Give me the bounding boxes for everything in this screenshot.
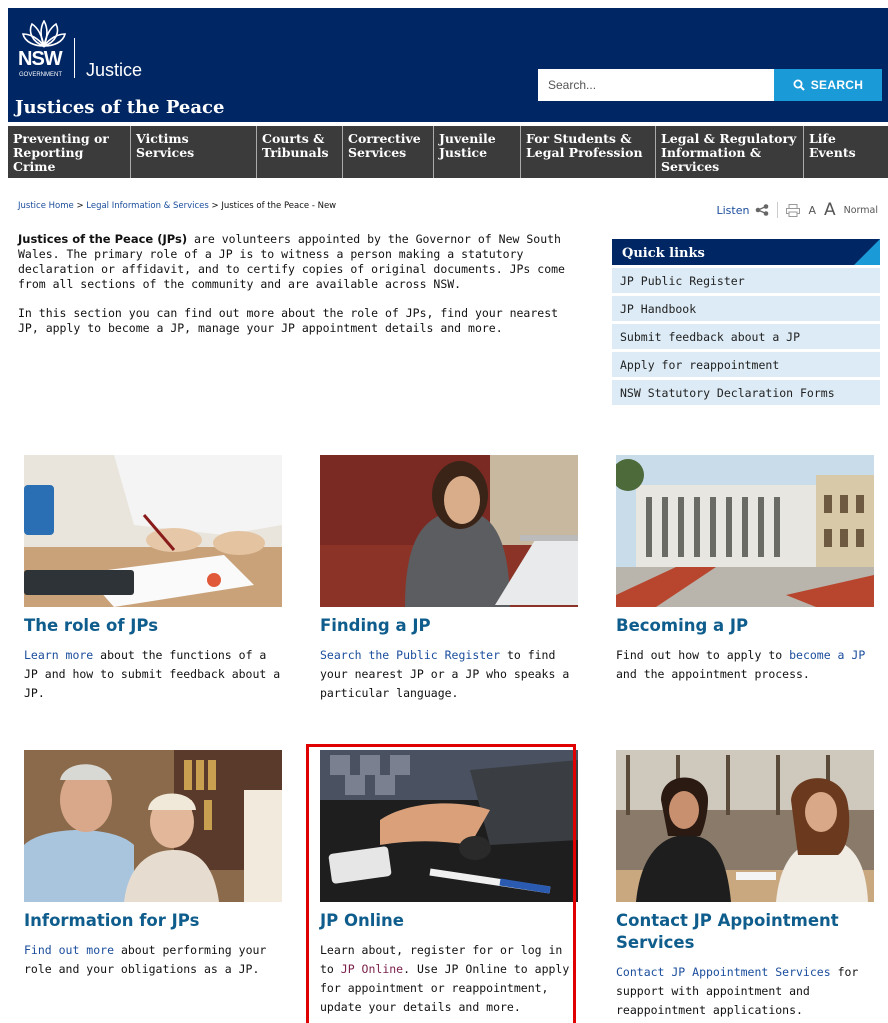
card-image-seniors[interactable] <box>24 750 282 902</box>
nav-label-line: Information & <box>661 145 762 160</box>
tools-divider <box>777 202 779 218</box>
card-link-contact-services[interactable]: Contact JP Appointment Services <box>616 965 831 979</box>
site-title[interactable]: Justices of the Peace <box>15 97 224 118</box>
main-nav: Preventing or Reporting Crime Victims Se… <box>8 126 888 178</box>
nav-label-line: Juvenile <box>439 131 496 146</box>
card-text: and the appointment process. <box>616 667 810 681</box>
page-tools: Listen A A Normal <box>716 200 878 220</box>
card-role-of-jps: The role of JPs Learn more about the fun… <box>24 455 282 703</box>
justice-brand[interactable]: Justice <box>86 60 142 81</box>
nav-label-line: Life Events <box>809 131 856 160</box>
breadcrumb-sep: > <box>211 201 219 211</box>
nav-label-line: Reporting Crime <box>13 145 84 174</box>
quick-links-title: Quick links <box>612 239 880 265</box>
quick-link-feedback[interactable]: Submit feedback about a JP <box>612 324 880 349</box>
waratah-icon <box>22 20 66 48</box>
search-input[interactable] <box>538 69 776 101</box>
breadcrumb-sep: > <box>76 201 84 211</box>
card-title[interactable]: Information for JPs <box>24 910 282 932</box>
search-button[interactable]: SEARCH <box>774 69 882 101</box>
nav-item-legal-regulatory[interactable]: Legal & Regulatory Information & Service… <box>656 126 804 178</box>
nav-label-line: Preventing or <box>13 131 109 146</box>
quick-link-reappointment[interactable]: Apply for reappointment <box>612 352 880 377</box>
card-information-for-jps: Information for JPs Find out more about … <box>24 750 282 979</box>
nav-item-students-legal[interactable]: For Students & Legal Profession <box>521 126 656 178</box>
nav-item-courts-tribunals[interactable]: Courts & Tribunals <box>257 126 343 178</box>
share-icon <box>756 204 769 216</box>
card-image-building[interactable] <box>616 455 874 607</box>
government-text: GOVERNMENT <box>19 72 63 78</box>
breadcrumb-section[interactable]: Legal Information & Services <box>86 201 209 211</box>
search-button-label: SEARCH <box>810 78 864 92</box>
card-description: Find out more about performing your role… <box>24 941 282 979</box>
card-description: Learn more about the functions of a JP a… <box>24 646 282 703</box>
card-title[interactable]: The role of JPs <box>24 615 282 637</box>
card-title[interactable]: Becoming a JP <box>616 615 874 637</box>
card-description: Contact JP Appointment Services for supp… <box>616 963 874 1020</box>
highlight-box <box>306 744 576 1023</box>
nav-label-line: Legal & Regulatory <box>661 131 797 146</box>
card-description: Find out how to apply to become a JP and… <box>616 646 874 684</box>
card-link-learn-more[interactable]: Learn more <box>24 648 93 662</box>
nav-label-line: Legal Profession <box>526 145 643 160</box>
search-icon <box>793 79 805 91</box>
nav-item-preventing-crime[interactable]: Preventing or Reporting Crime <box>8 126 131 178</box>
quick-link-public-register[interactable]: JP Public Register <box>612 268 880 293</box>
nav-item-victims-services[interactable]: Victims Services <box>131 126 257 178</box>
intro-text: Justices of the Peace (JPs) are voluntee… <box>18 232 578 336</box>
nav-label-line: Tribunals <box>262 145 329 160</box>
nsw-logo-text: NSW <box>18 48 63 70</box>
nav-label-line: Services <box>348 145 407 160</box>
listen-label: Listen <box>716 203 750 217</box>
card-finding-a-jp: Finding a JP Search the Public Register … <box>320 455 578 703</box>
card-image-two-women[interactable] <box>616 750 874 902</box>
nav-item-life-events[interactable]: Life Events <box>804 126 888 178</box>
breadcrumb: Justice Home > Legal Information & Servi… <box>18 201 336 211</box>
card-text-pre: Find out how to apply to <box>616 648 790 662</box>
nav-label-line: Services <box>661 159 720 174</box>
text-size-normal[interactable]: Normal <box>844 205 878 216</box>
card-image-woman-laptop[interactable] <box>320 455 578 607</box>
card-link-find-out-more[interactable]: Find out more <box>24 943 114 957</box>
quick-link-handbook[interactable]: JP Handbook <box>612 296 880 321</box>
card-link-search-register[interactable]: Search the Public Register <box>320 648 500 662</box>
print-icon[interactable] <box>786 203 801 217</box>
text-size-small[interactable]: A <box>808 204 816 217</box>
card-title[interactable]: Finding a JP <box>320 615 578 637</box>
breadcrumb-home[interactable]: Justice Home <box>18 201 74 211</box>
quick-link-statutory-forms[interactable]: NSW Statutory Declaration Forms <box>612 380 880 405</box>
breadcrumb-current: Justices of the Peace - New <box>221 201 337 211</box>
intro-paragraph-2: In this section you can find out more ab… <box>18 306 559 335</box>
card-description: Search the Public Register to find your … <box>320 646 578 703</box>
card-contact-appointment-services: Contact JP Appointment Services Contact … <box>616 750 874 1020</box>
listen-button[interactable]: Listen <box>716 204 769 217</box>
logo-divider <box>74 38 75 78</box>
quick-links-panel: Quick links JP Public Register JP Handbo… <box>612 239 880 405</box>
card-becoming-a-jp: Becoming a JP Find out how to apply to b… <box>616 455 874 684</box>
nav-label-line: Courts & <box>262 131 325 146</box>
nsw-government-logo[interactable]: NSW GOVERNMENT <box>16 18 72 90</box>
text-size-large[interactable]: A <box>824 200 836 220</box>
nav-label-line: Corrective <box>348 131 421 146</box>
nav-item-juvenile-justice[interactable]: Juvenile Justice <box>434 126 521 178</box>
intro-bold: Justices of the Peace (JPs) <box>18 232 188 246</box>
card-image-signing[interactable] <box>24 455 282 607</box>
site-header: NSW GOVERNMENT Justice Justices of the P… <box>8 8 888 122</box>
page: NSW GOVERNMENT Justice Justices of the P… <box>8 8 888 1023</box>
nav-label-line: Justice <box>439 145 488 160</box>
intro-paragraph: Justices of the Peace (JPs) are voluntee… <box>18 232 578 292</box>
card-link-become-jp[interactable]: become a JP <box>789 648 865 662</box>
card-title[interactable]: Contact JP Appointment Services <box>616 910 874 954</box>
nav-label-line: Victims Services <box>136 131 195 160</box>
nav-label-line: For Students & <box>526 131 632 146</box>
nav-item-corrective-services[interactable]: Corrective Services <box>343 126 434 178</box>
